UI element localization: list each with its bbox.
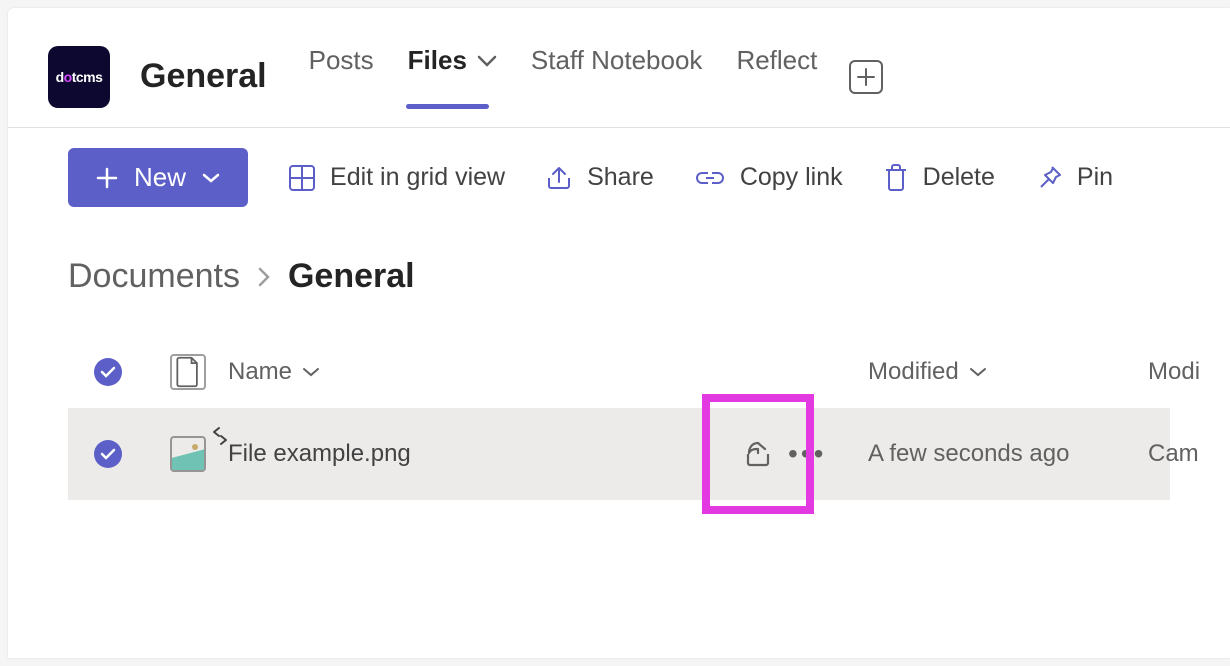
trash-icon [883, 163, 909, 193]
tab-files[interactable]: Files [406, 45, 499, 108]
chevron-down-icon [202, 173, 220, 183]
share-icon [545, 164, 573, 192]
chevron-down-icon [969, 367, 987, 377]
select-all[interactable] [68, 358, 148, 386]
name-column-header[interactable]: Name [228, 358, 728, 386]
share-icon [743, 439, 773, 469]
file-name[interactable]: File example.png [228, 440, 728, 468]
file-list-header: Name Modified Modi [68, 336, 1170, 408]
copy-link-button[interactable]: Copy link [694, 163, 843, 192]
delete-button[interactable]: Delete [883, 163, 995, 193]
edit-grid-button[interactable]: Edit in grid view [288, 163, 505, 192]
delete-label: Delete [923, 163, 995, 192]
chevron-down-icon [477, 55, 497, 67]
tab-files-label: Files [408, 45, 467, 76]
modified-column-label: Modified [868, 358, 959, 386]
link-icon [694, 169, 726, 187]
pin-label: Pin [1077, 163, 1113, 192]
file-row[interactable]: File example.png ••• A few seconds ago C… [68, 408, 1170, 500]
breadcrumb: Documents General [8, 227, 1230, 336]
sync-arrows-icon [210, 426, 230, 446]
plus-icon [857, 68, 875, 86]
check-circle-icon [94, 440, 122, 468]
pin-icon [1035, 164, 1063, 192]
command-bar: New Edit in grid view Share Copy link De… [8, 128, 1230, 227]
main-panel: dotcms General Posts Files Staff Noteboo… [8, 8, 1230, 658]
file-list: Name Modified Modi [8, 336, 1230, 500]
team-logo-text: dotcms [56, 69, 103, 85]
copy-link-label: Copy link [740, 163, 843, 192]
share-label: Share [587, 163, 654, 192]
tab-staff-notebook[interactable]: Staff Notebook [529, 45, 705, 108]
chevron-right-icon [256, 265, 272, 289]
row-select[interactable] [68, 440, 148, 468]
grid-icon [288, 164, 316, 192]
file-modified: A few seconds ago [868, 440, 1148, 468]
add-tab-button[interactable] [849, 60, 883, 94]
file-icon [170, 354, 206, 390]
breadcrumb-root[interactable]: Documents [68, 257, 240, 296]
modified-by-column-label: Modi [1148, 358, 1200, 386]
edit-grid-label: Edit in grid view [330, 163, 505, 192]
type-column-icon[interactable] [148, 354, 228, 390]
share-button[interactable]: Share [545, 163, 654, 192]
modified-by-column-header[interactable]: Modi [1148, 358, 1230, 386]
plus-icon [96, 167, 118, 189]
file-modified-by: Cam [1148, 440, 1230, 468]
row-share-button[interactable] [728, 439, 788, 469]
tab-posts[interactable]: Posts [307, 45, 376, 108]
breadcrumb-leaf: General [288, 257, 415, 296]
name-column-label: Name [228, 358, 292, 386]
new-button-label: New [134, 162, 186, 193]
pin-button[interactable]: Pin [1035, 163, 1113, 192]
channel-header: dotcms General Posts Files Staff Noteboo… [8, 8, 1230, 128]
new-button[interactable]: New [68, 148, 248, 207]
row-more-button[interactable]: ••• [788, 438, 868, 470]
modified-column-header[interactable]: Modified [868, 358, 1148, 386]
more-icon: ••• [788, 438, 826, 469]
chevron-down-icon [302, 367, 320, 377]
file-name-text: File example.png [228, 440, 411, 468]
image-icon [170, 436, 206, 472]
channel-name: General [140, 57, 267, 96]
tab-reflect[interactable]: Reflect [734, 45, 819, 108]
team-logo[interactable]: dotcms [48, 46, 110, 108]
check-circle-icon [94, 358, 122, 386]
